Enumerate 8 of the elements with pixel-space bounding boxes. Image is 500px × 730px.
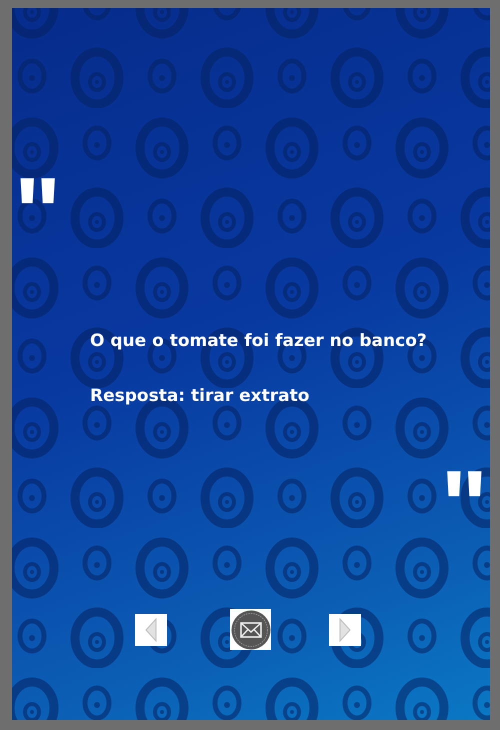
right-triangle-icon bbox=[339, 618, 351, 642]
answer-text: Resposta: tirar extrato bbox=[90, 385, 310, 407]
previous-button[interactable] bbox=[135, 614, 167, 646]
question-text: O que o tomate foi fazer no banco? bbox=[90, 330, 428, 352]
envelope-icon bbox=[230, 610, 270, 650]
next-button[interactable] bbox=[329, 614, 361, 646]
left-triangle-icon bbox=[145, 618, 157, 642]
email-button[interactable] bbox=[230, 609, 271, 650]
